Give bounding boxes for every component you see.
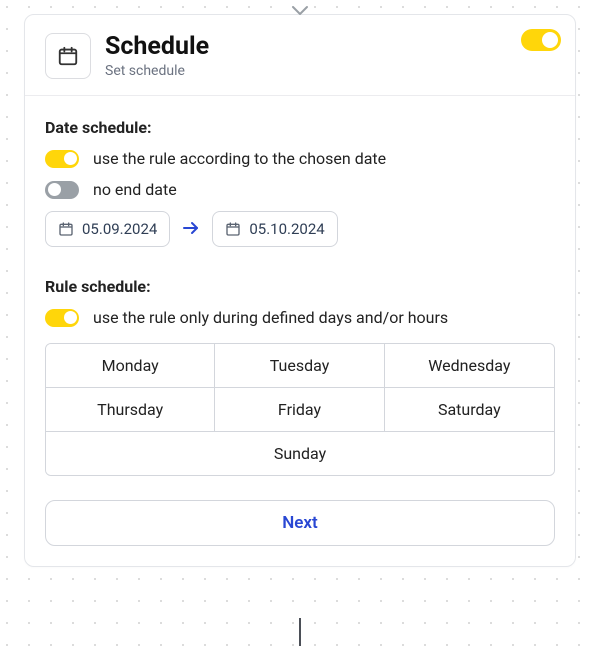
- start-date-picker[interactable]: 05.09.2024: [45, 211, 170, 247]
- calendar-icon: [45, 33, 91, 79]
- card-title: Schedule: [105, 33, 555, 61]
- next-button-label: Next: [282, 513, 318, 533]
- next-button[interactable]: Next: [45, 500, 555, 546]
- days-table: Monday Tuesday Wednesday Thursday Friday…: [45, 343, 555, 476]
- rule-schedule-label: Rule schedule:: [45, 277, 555, 296]
- day-monday[interactable]: Monday: [46, 344, 215, 388]
- start-date-value: 05.09.2024: [82, 220, 157, 238]
- connector-line: [299, 618, 301, 646]
- card-header: Schedule Set schedule: [25, 15, 575, 96]
- no-end-date-toggle[interactable]: [45, 181, 79, 199]
- defined-days-text: use the rule only during defined days an…: [93, 308, 448, 327]
- card-subtitle: Set schedule: [105, 63, 555, 79]
- calendar-icon: [58, 221, 74, 237]
- header-text: Schedule Set schedule: [105, 33, 555, 79]
- arrow-right-icon: [182, 220, 200, 239]
- schedule-card: Schedule Set schedule Date schedule: use…: [24, 14, 576, 567]
- day-sunday[interactable]: Sunday: [46, 432, 554, 475]
- no-end-date-row: no end date: [45, 180, 555, 199]
- card-enable-toggle[interactable]: [521, 29, 561, 55]
- day-tuesday[interactable]: Tuesday: [215, 344, 384, 388]
- date-schedule-label: Date schedule:: [45, 118, 555, 137]
- use-rule-date-toggle[interactable]: [45, 150, 79, 168]
- no-end-date-text: no end date: [93, 180, 177, 199]
- day-friday[interactable]: Friday: [215, 388, 384, 432]
- day-wednesday[interactable]: Wednesday: [385, 344, 554, 388]
- date-range-row: 05.09.2024 05.10.2024: [45, 211, 555, 247]
- end-date-picker[interactable]: 05.10.2024: [212, 211, 337, 247]
- day-saturday[interactable]: Saturday: [385, 388, 554, 432]
- defined-days-row: use the rule only during defined days an…: [45, 308, 555, 327]
- day-thursday[interactable]: Thursday: [46, 388, 215, 432]
- use-rule-date-row: use the rule according to the chosen dat…: [45, 149, 555, 168]
- chevron-down-icon: [291, 2, 309, 21]
- use-rule-date-text: use the rule according to the chosen dat…: [93, 149, 386, 168]
- calendar-icon: [225, 221, 241, 237]
- defined-days-toggle[interactable]: [45, 309, 79, 327]
- card-body: Date schedule: use the rule according to…: [25, 96, 575, 566]
- end-date-value: 05.10.2024: [249, 220, 324, 238]
